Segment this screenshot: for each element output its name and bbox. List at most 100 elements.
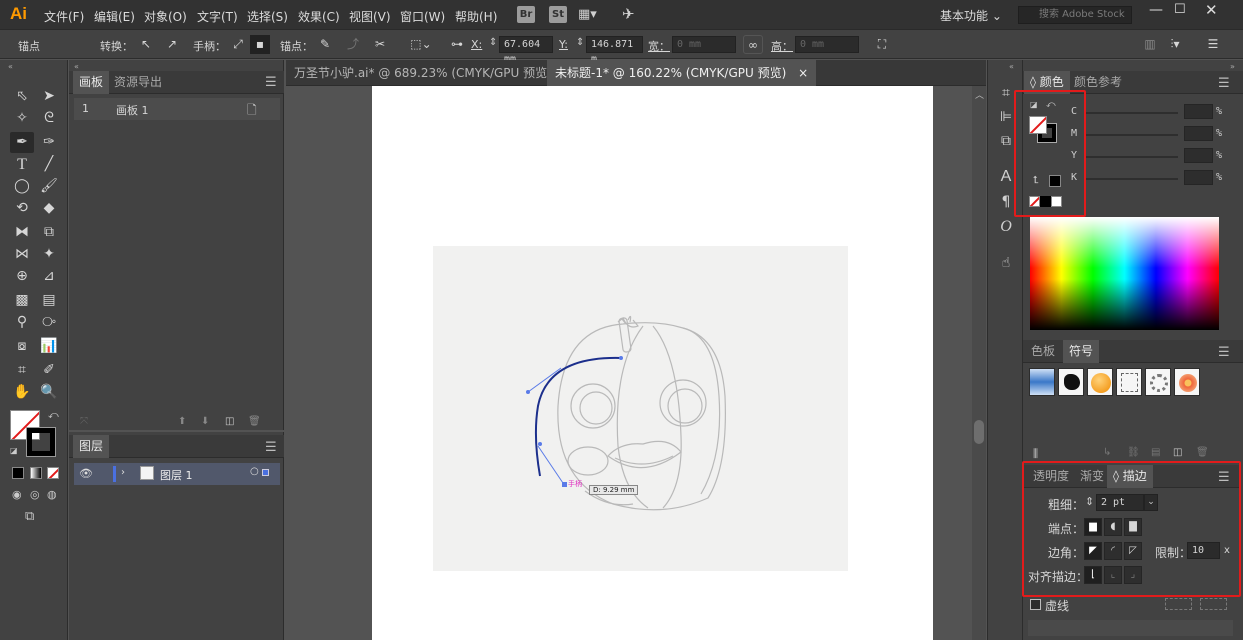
symbol-orange-orb[interactable] xyxy=(1087,368,1113,396)
break-link-icon[interactable]: ⛓ xyxy=(1127,447,1140,458)
projecting-cap-icon[interactable]: ▇ xyxy=(1124,518,1142,536)
show-handles-icon[interactable]: ⤢ xyxy=(228,35,248,54)
mesh-tool-icon[interactable]: ▩ xyxy=(10,290,34,311)
color-panel-menu-icon[interactable]: ☰ xyxy=(1218,76,1230,91)
gradient-tool-icon[interactable]: ▤ xyxy=(37,290,61,311)
tab-swatches[interactable]: 色板 xyxy=(1025,340,1061,363)
delete-symbol-icon[interactable]: 🗑 xyxy=(1196,447,1209,458)
m-value-field[interactable] xyxy=(1184,126,1213,141)
tab-symbols[interactable]: 符号 xyxy=(1063,340,1100,363)
visibility-eye-icon[interactable]: 👁 xyxy=(79,467,93,480)
weight-field[interactable]: 2 pt xyxy=(1096,494,1144,511)
color-mode-icon[interactable] xyxy=(12,467,24,479)
expand-layer-chevron-icon[interactable]: › xyxy=(121,467,125,478)
weight-stepper-icon[interactable]: ⇕ xyxy=(1085,495,1094,508)
none-mode-icon[interactable] xyxy=(47,467,59,479)
height-field[interactable]: 0 mm xyxy=(795,36,859,53)
puppet-panel-icon[interactable]: ☝ xyxy=(995,252,1017,274)
align-anchor-icon[interactable]: ⊶ xyxy=(447,35,467,54)
perspective-grid-tool-icon[interactable]: ⊿ xyxy=(37,266,61,287)
dashed-line-checkbox[interactable] xyxy=(1030,599,1041,610)
connect-anchor-icon[interactable]: ⤴ xyxy=(343,35,363,54)
collapse-toolbox-icon[interactable]: « xyxy=(8,62,13,71)
width-field[interactable]: 0 mm xyxy=(672,36,736,53)
quick-white-swatch[interactable] xyxy=(1051,196,1062,207)
selection-indicator-icon[interactable] xyxy=(262,469,269,476)
cut-path-icon[interactable]: ✂ xyxy=(370,35,390,54)
tab-layers[interactable]: 图层 xyxy=(73,435,110,458)
paintbrush-tool-icon[interactable]: 🖌 xyxy=(37,176,61,197)
limit-field[interactable]: 10 xyxy=(1187,542,1220,559)
type-tool-icon[interactable]: T xyxy=(10,154,34,175)
arrange-icon[interactable]: ⫶▾ xyxy=(1162,35,1188,54)
tab-stroke[interactable]: ◊ 描边 xyxy=(1107,465,1153,488)
round-cap-icon[interactable]: ◖ xyxy=(1104,518,1122,536)
collapse-dock-icon[interactable]: » xyxy=(1230,62,1235,71)
symbol-orange-flower[interactable] xyxy=(1174,368,1200,396)
puppet-warp-tool-icon[interactable]: ✦ xyxy=(37,244,61,265)
scroll-up-icon[interactable]: ︿ xyxy=(975,88,984,101)
artboard-options-icon[interactable]: 🗋 xyxy=(247,101,257,122)
constrain-proportions-icon[interactable]: ∞ xyxy=(743,35,763,54)
draw-behind-icon[interactable]: ◎ xyxy=(30,488,40,501)
scale-tool-icon[interactable]: ⧉ xyxy=(37,222,61,243)
hide-handles-icon[interactable]: ▪ xyxy=(250,35,270,54)
draw-normal-icon[interactable]: ◉ xyxy=(12,488,22,501)
new-symbol-icon[interactable]: ◫ xyxy=(1173,447,1182,458)
arrange-documents-icon[interactable]: ▦▾ xyxy=(578,7,597,22)
align-outside-icon[interactable]: ⌟ xyxy=(1124,566,1142,584)
align-inside-icon[interactable]: ⌞ xyxy=(1104,566,1122,584)
stock-icon[interactable]: St xyxy=(549,6,567,23)
scrollbar-thumb[interactable] xyxy=(974,420,984,444)
out-of-gamut-icon[interactable]: ⮤ xyxy=(1033,175,1039,186)
align-center-icon[interactable]: ⌊ xyxy=(1084,566,1102,584)
shaper-tool-icon[interactable]: ⟲ xyxy=(10,198,34,219)
menu-select[interactable]: 选择(S) xyxy=(247,8,288,25)
tab-document-2[interactable]: 未标题-1* @ 160.22% (CMYK/GPU 预览) × xyxy=(547,60,817,86)
minimize-icon[interactable]: — xyxy=(1149,2,1163,18)
bevel-join-icon[interactable]: ◸ xyxy=(1124,542,1142,560)
control-bar-menu-icon[interactable]: ☰ xyxy=(1203,35,1223,54)
closest-color-swatch[interactable] xyxy=(1049,175,1061,187)
eraser-tool-icon[interactable]: ◆ xyxy=(37,198,61,219)
layers-panel-menu-icon[interactable]: ☰ xyxy=(265,440,277,455)
lasso-tool-icon[interactable]: ᘓ xyxy=(37,108,61,129)
direct-selection-tool-icon[interactable]: ➤ xyxy=(37,86,61,107)
magic-wand-tool-icon[interactable]: ✧ xyxy=(10,108,34,129)
align-icon[interactable]: ▥ xyxy=(1140,35,1160,54)
gradient-mode-icon[interactable] xyxy=(30,467,42,479)
symbol-options-icon[interactable]: ▤ xyxy=(1151,447,1160,458)
move-up-icon[interactable]: ⬆ xyxy=(178,416,186,427)
y-stepper-icon[interactable]: ⇕ xyxy=(576,37,584,48)
panel-fill-swatch[interactable] xyxy=(1029,116,1047,134)
draw-inside-icon[interactable]: ◍ xyxy=(47,488,57,501)
ellipse-tool-icon[interactable]: ◯ xyxy=(10,176,34,197)
tab-transparency[interactable]: 透明度 xyxy=(1027,465,1075,488)
tab-document-1[interactable]: 万圣节小驴.ai* @ 689.23% (CMYK/GPU 预览) × xyxy=(286,60,582,86)
x-field[interactable]: 67.604 mm xyxy=(499,36,553,65)
x-stepper-icon[interactable]: ⇕ xyxy=(489,37,497,48)
miter-join-icon[interactable]: ◤ xyxy=(1084,542,1102,560)
c-value-field[interactable] xyxy=(1184,104,1213,119)
swap-fill-stroke-icon[interactable]: ⤺ xyxy=(48,410,59,421)
vertical-scrollbar[interactable] xyxy=(972,86,986,640)
menu-object[interactable]: 对象(O) xyxy=(144,8,187,25)
swap-colors-icon[interactable]: ⤺ xyxy=(1046,100,1056,110)
tab-asset-export[interactable]: 资源导出 xyxy=(108,71,168,94)
symbol-libraries-icon[interactable]: ⫼ xyxy=(1033,447,1038,461)
expand-panels-icon[interactable]: « xyxy=(1009,62,1014,71)
screen-mode-icon[interactable]: ⧉ xyxy=(25,509,34,524)
curvature-tool-icon[interactable]: ✑ xyxy=(37,132,61,153)
remove-anchor-icon[interactable]: ✎ xyxy=(315,35,335,54)
zoom-tool-icon[interactable]: 🔍 xyxy=(37,382,61,403)
y-field[interactable]: 146.871 m xyxy=(586,36,643,65)
y-slider[interactable] xyxy=(1086,156,1178,158)
eyedropper-tool-icon[interactable]: ⚲ xyxy=(10,312,34,333)
delete-artboard-icon[interactable]: 🗑 xyxy=(248,416,261,427)
slice-tool-icon[interactable]: ✐ xyxy=(37,360,61,381)
default-fill-stroke-icon[interactable]: ◪ xyxy=(10,446,18,455)
tab-gradient[interactable]: 渐变 xyxy=(1074,465,1110,488)
gpu-performance-icon[interactable]: ✈ xyxy=(622,5,635,23)
workspace-switcher[interactable]: 基本功能 ⌄ xyxy=(940,7,1002,24)
c-slider[interactable] xyxy=(1086,112,1178,114)
